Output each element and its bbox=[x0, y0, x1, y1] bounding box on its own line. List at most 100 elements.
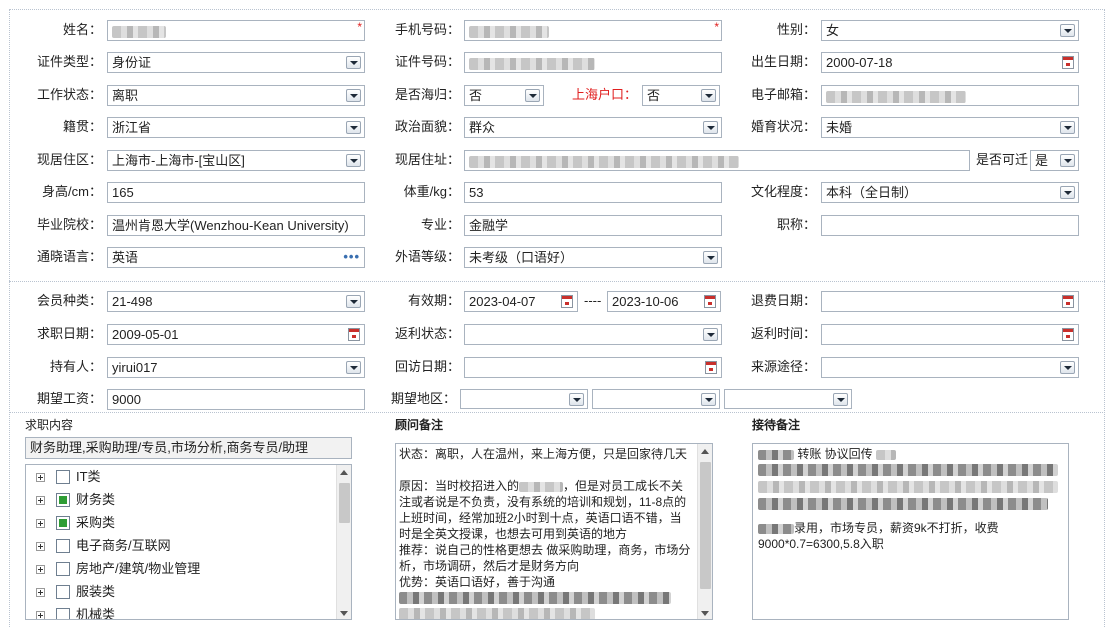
valid-to-field[interactable]: 2023-10-06 bbox=[607, 291, 721, 312]
tree-scrollbar[interactable] bbox=[336, 465, 351, 619]
expand-icon[interactable] bbox=[36, 519, 45, 528]
valid-from-field[interactable]: 2023-04-07 bbox=[464, 291, 578, 312]
shanghai-hukou-select[interactable]: 否 bbox=[642, 85, 720, 106]
scroll-up-icon[interactable] bbox=[701, 449, 709, 454]
calendar-icon[interactable] bbox=[1062, 328, 1074, 341]
checkbox[interactable] bbox=[56, 493, 70, 507]
chevron-down-icon[interactable] bbox=[701, 393, 716, 406]
chevron-down-icon[interactable] bbox=[703, 328, 718, 341]
salary-field[interactable]: 9000 bbox=[107, 389, 365, 410]
name-field[interactable]: * bbox=[107, 20, 365, 41]
birth-date-field[interactable]: 2000-07-18 bbox=[821, 52, 1079, 73]
apply-date-field[interactable]: 2009-05-01 bbox=[107, 324, 365, 345]
scrollbar-thumb[interactable] bbox=[700, 462, 711, 589]
region-district-select[interactable] bbox=[724, 389, 852, 409]
language-field[interactable]: 英语 ••• bbox=[107, 247, 365, 268]
calendar-icon[interactable] bbox=[561, 295, 573, 308]
chevron-down-icon[interactable] bbox=[346, 121, 361, 134]
region-province-select[interactable] bbox=[460, 389, 588, 409]
chevron-down-icon[interactable] bbox=[703, 251, 718, 264]
holder-value: yirui017 bbox=[112, 360, 158, 375]
member-type-select[interactable]: 21-498 bbox=[107, 291, 365, 312]
consultant-note-reason-start: 原因：当时校招进入的 bbox=[399, 479, 520, 493]
chevron-down-icon[interactable] bbox=[569, 393, 584, 406]
gender-select[interactable]: 女 bbox=[821, 20, 1079, 41]
school-field[interactable]: 温州肯恩大学(Wenzhou-Kean University) bbox=[107, 215, 365, 236]
scrollbar-thumb[interactable] bbox=[339, 483, 350, 523]
calendar-icon[interactable] bbox=[1062, 295, 1074, 308]
major-field[interactable]: 金融学 bbox=[464, 215, 722, 236]
expand-icon[interactable] bbox=[36, 542, 45, 551]
calendar-icon[interactable] bbox=[704, 295, 716, 308]
language-level-select[interactable]: 未考级（口语好） bbox=[464, 247, 722, 268]
phone-field[interactable]: * bbox=[464, 20, 722, 41]
political-select[interactable]: 群众 bbox=[464, 117, 722, 138]
language-level-value: 未考级（口语好） bbox=[469, 250, 574, 265]
id-number-field[interactable] bbox=[464, 52, 722, 73]
reception-notes-textarea[interactable]: 转账 协议回传 录用，市场专员，薪资9k不打折，收费 9000*0.7=6300… bbox=[752, 443, 1069, 620]
expand-icon[interactable] bbox=[36, 611, 45, 619]
chevron-down-icon[interactable] bbox=[346, 89, 361, 102]
expand-icon[interactable] bbox=[36, 588, 45, 597]
returnee-select[interactable]: 否 bbox=[464, 85, 544, 106]
height-field[interactable]: 165 bbox=[107, 182, 365, 203]
expand-icon[interactable] bbox=[36, 565, 45, 574]
native-place-select[interactable]: 浙江省 bbox=[107, 117, 365, 138]
required-marker: * bbox=[714, 20, 719, 34]
chevron-down-icon[interactable] bbox=[525, 89, 540, 102]
scroll-down-icon[interactable] bbox=[340, 611, 348, 616]
rebate-status-select[interactable] bbox=[464, 324, 722, 345]
chevron-down-icon[interactable] bbox=[703, 121, 718, 134]
job-category-tree[interactable]: IT类 财务类 采购类 电子商务/互联网 房地产/建筑/物业管理 服装类 机械类 bbox=[25, 464, 352, 620]
checkbox[interactable] bbox=[56, 539, 70, 553]
checkbox[interactable] bbox=[56, 608, 70, 619]
tree-item-label: 电子商务/互联网 bbox=[76, 538, 171, 553]
address-field[interactable] bbox=[464, 150, 970, 171]
marital-select[interactable]: 未婚 bbox=[821, 117, 1079, 138]
chevron-down-icon[interactable] bbox=[1060, 361, 1075, 374]
chevron-down-icon[interactable] bbox=[1060, 121, 1075, 134]
checkbox[interactable] bbox=[56, 585, 70, 599]
holder-select[interactable]: yirui017 bbox=[107, 357, 365, 378]
chevron-down-icon[interactable] bbox=[346, 56, 361, 69]
rebate-time-field[interactable] bbox=[821, 324, 1079, 345]
id-type-select[interactable]: 身份证 bbox=[107, 52, 365, 73]
more-icon[interactable]: ••• bbox=[343, 248, 360, 265]
chevron-down-icon[interactable] bbox=[833, 393, 848, 406]
expand-icon[interactable] bbox=[36, 496, 45, 505]
title-field[interactable] bbox=[821, 215, 1079, 236]
notes-scrollbar[interactable] bbox=[697, 444, 712, 619]
source-select[interactable] bbox=[821, 357, 1079, 378]
calendar-icon[interactable] bbox=[1062, 56, 1074, 69]
weight-field[interactable]: 53 bbox=[464, 182, 722, 203]
chevron-down-icon[interactable] bbox=[1060, 186, 1075, 199]
checkbox[interactable] bbox=[56, 470, 70, 484]
region-city-select[interactable] bbox=[592, 389, 720, 409]
chevron-down-icon[interactable] bbox=[346, 295, 361, 308]
calendar-icon[interactable] bbox=[705, 361, 717, 374]
rebate-status-label: 返利状态： bbox=[394, 326, 460, 341]
calendar-icon[interactable] bbox=[348, 328, 360, 341]
checkbox[interactable] bbox=[56, 562, 70, 576]
education-select[interactable]: 本科（全日制） bbox=[821, 182, 1079, 203]
relocate-value: 是 bbox=[1035, 153, 1049, 168]
redacted-text bbox=[399, 608, 595, 619]
relocate-select[interactable]: 是 bbox=[1030, 150, 1079, 171]
chevron-down-icon[interactable] bbox=[1060, 24, 1075, 37]
refund-date-field[interactable] bbox=[821, 291, 1079, 312]
chevron-down-icon[interactable] bbox=[1060, 154, 1075, 167]
email-field[interactable] bbox=[821, 85, 1079, 106]
visit-date-field[interactable] bbox=[464, 357, 722, 378]
consultant-notes-textarea[interactable]: 状态：离职，人在温州，来上海方便，只是回家待几天 原因：当时校招进入的 ，但是对员… bbox=[395, 443, 713, 620]
rebate-time-label: 返利时间： bbox=[750, 326, 816, 341]
work-status-select[interactable]: 离职 bbox=[107, 85, 365, 106]
residence-area-select[interactable]: 上海市-上海市-[宝山区] bbox=[107, 150, 365, 171]
expand-icon[interactable] bbox=[36, 473, 45, 482]
scroll-down-icon[interactable] bbox=[701, 611, 709, 616]
chevron-down-icon[interactable] bbox=[701, 89, 716, 102]
chevron-down-icon[interactable] bbox=[346, 154, 361, 167]
checkbox[interactable] bbox=[56, 516, 70, 530]
date-range-separator: ---- bbox=[584, 293, 602, 308]
chevron-down-icon[interactable] bbox=[346, 361, 361, 374]
scroll-up-icon[interactable] bbox=[340, 470, 348, 475]
